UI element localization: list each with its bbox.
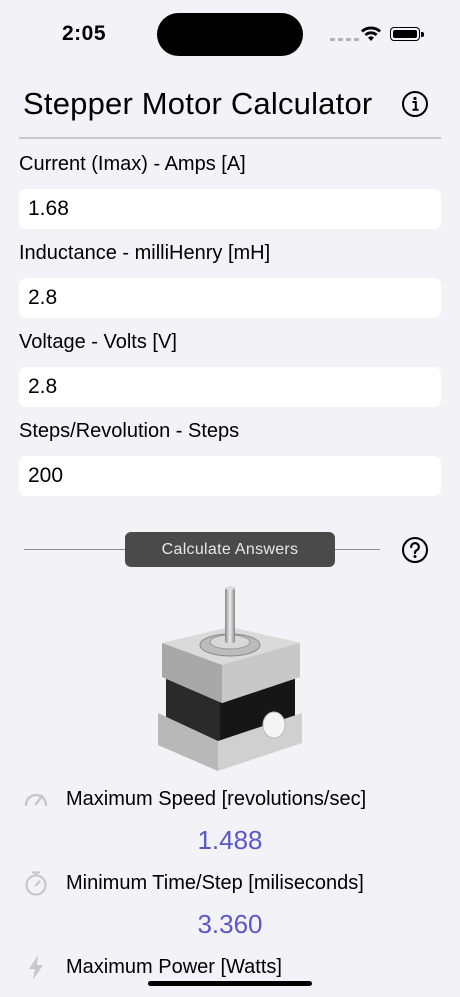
header-divider <box>19 137 441 139</box>
cellular-signal-icon <box>330 38 359 41</box>
current-label: Current (Imax) - Amps [A] <box>19 153 246 175</box>
steps-input[interactable] <box>19 456 441 496</box>
help-icon[interactable] <box>401 536 429 564</box>
home-indicator <box>148 981 312 986</box>
voltage-input[interactable] <box>19 367 441 407</box>
dynamic-island <box>157 13 303 56</box>
max-power-label: Maximum Power [Watts] <box>66 956 282 978</box>
max-speed-label: Maximum Speed [revolutions/sec] <box>66 788 367 810</box>
inductance-label: Inductance - milliHenry [mH] <box>19 242 271 264</box>
info-icon[interactable] <box>401 90 429 118</box>
stopwatch-icon <box>25 871 47 896</box>
status-time: 2:05 <box>62 22 107 45</box>
calc-right-line <box>335 549 380 550</box>
calc-left-line <box>24 549 125 550</box>
steps-label: Steps/Revolution - Steps <box>19 420 240 442</box>
min-time-value: 3.360 <box>197 909 263 939</box>
current-input[interactable] <box>19 189 441 229</box>
calculate-button[interactable]: Calculate Answers <box>125 532 335 567</box>
speedometer-icon <box>24 793 48 807</box>
stepper-motor-image <box>158 586 302 771</box>
inductance-input[interactable] <box>19 278 441 318</box>
result-row-power: Maximum Power [Watts] <box>0 953 460 983</box>
result-row-time: Minimum Time/Step [miliseconds] <box>0 869 460 899</box>
min-time-label: Minimum Time/Step [miliseconds] <box>66 872 364 894</box>
status-bar: 2:05 <box>0 0 460 70</box>
result-row-speed: Maximum Speed [revolutions/sec] <box>0 785 460 815</box>
wifi-icon <box>361 26 381 41</box>
max-speed-value: 1.488 <box>197 825 263 855</box>
nav-header: Stepper Motor Calculator <box>0 80 460 138</box>
battery-icon <box>390 27 424 41</box>
bolt-icon <box>29 955 43 980</box>
voltage-label: Voltage - Volts [V] <box>19 331 177 353</box>
page-title: Stepper Motor Calculator <box>23 86 373 121</box>
